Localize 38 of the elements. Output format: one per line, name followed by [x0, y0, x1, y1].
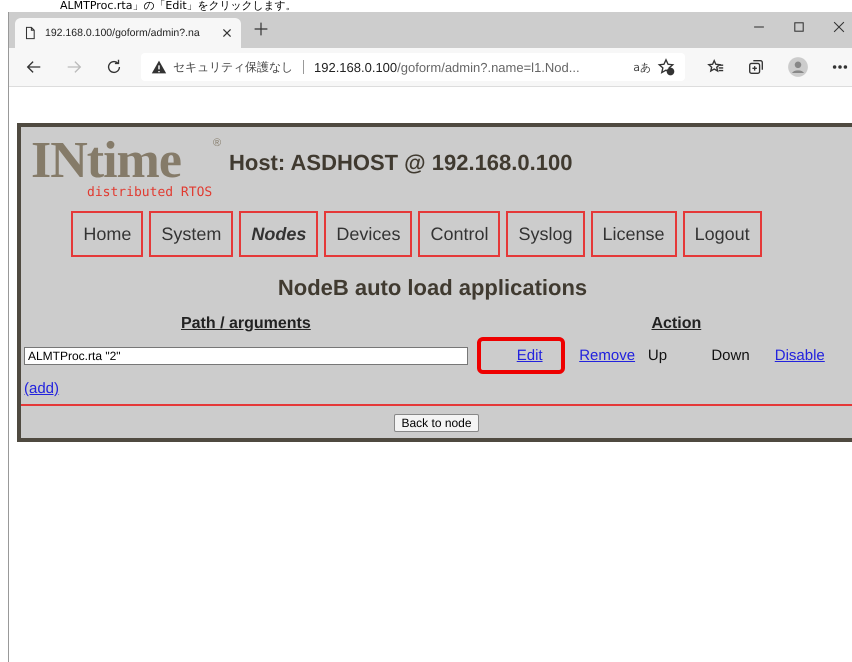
nav-button[interactable]: Home	[71, 211, 144, 257]
nav-button[interactable]: System	[149, 211, 234, 257]
host-title: Host: ASDHOST @ 192.168.0.100	[229, 150, 572, 176]
star-plus-icon[interactable]	[657, 58, 675, 76]
browser-tab[interactable]: 192.168.0.100/goform/admin?.na	[15, 18, 241, 48]
nav-button[interactable]: Devices	[324, 211, 412, 257]
registered-mark: ®	[213, 137, 222, 149]
nav-button[interactable]: Nodes	[239, 211, 318, 257]
address-bar[interactable]: セキュリティ保護なし 192.168.0.100/goform/admin?.name=l1.Nod... aあ	[141, 53, 685, 81]
nav-button[interactable]: License	[590, 211, 677, 257]
action-link[interactable]: Disable	[774, 347, 825, 364]
maximize-icon[interactable]	[792, 20, 806, 34]
url-text: 192.168.0.100/goform/admin?.name=l1.Nod...	[314, 60, 581, 74]
refresh-icon[interactable]	[105, 58, 123, 76]
action-link[interactable]: Edit	[516, 347, 543, 364]
path-field[interactable]: ALMTProc.rta "2"	[24, 346, 468, 364]
caption-text: ALMTProc.rta」の「Edit」をクリックします。	[59, 0, 298, 12]
nav-button[interactable]: Syslog	[506, 211, 585, 257]
column-header: Path / arguments	[180, 315, 311, 332]
profile-avatar-icon[interactable]	[787, 56, 809, 78]
page-icon	[23, 26, 37, 40]
warning-icon	[151, 59, 167, 75]
action-text: Up	[648, 347, 668, 364]
nav-button[interactable]: Logout	[682, 211, 762, 257]
column-header: Action	[651, 315, 702, 332]
close-icon[interactable]	[221, 27, 233, 39]
add-link[interactable]: (add)	[24, 380, 60, 397]
logo-tagline: distributed RTOS	[87, 185, 212, 200]
close-icon[interactable]	[832, 20, 846, 34]
nav-button[interactable]: Control	[418, 211, 500, 257]
back-button[interactable]: Back to node	[394, 414, 479, 432]
collections-icon[interactable]	[747, 58, 765, 76]
action-text: Down	[711, 347, 750, 364]
security-label: セキュリティ保護なし	[173, 58, 293, 76]
page-heading: NodeB auto load applications	[276, 275, 588, 301]
read-aloud-label[interactable]: aあ	[633, 60, 651, 74]
action-link[interactable]: Remove	[579, 347, 636, 364]
new-tab-icon[interactable]	[253, 21, 269, 37]
